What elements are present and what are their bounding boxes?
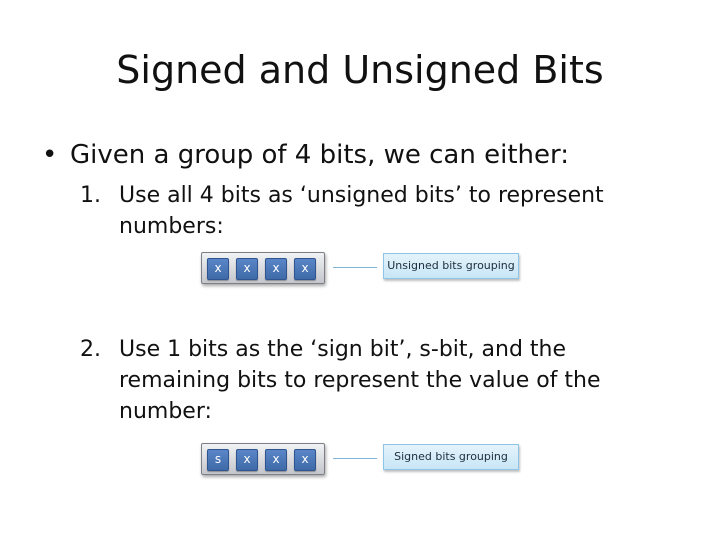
list-item-line: numbers: — [119, 214, 224, 239]
main-bullet-text: Given a group of 4 bits, we can either: — [70, 140, 569, 170]
list-item-text: Use 1 bits as the ‘sign bit’, s-bit, and… — [119, 334, 601, 427]
list-item-line: remaining bits to represent the value of… — [119, 368, 601, 393]
sign-bit-box: s — [207, 449, 229, 471]
main-bullet: • Given a group of 4 bits, we can either: — [42, 138, 569, 172]
list-item-line: Use all 4 bits as ‘unsigned bits’ to rep… — [119, 183, 604, 208]
callout-connector — [333, 458, 377, 459]
unsigned-callout: Unsigned bits grouping — [383, 253, 519, 279]
bit-box: x — [265, 258, 287, 280]
list-item-line: number: — [119, 399, 212, 424]
list-item-number: 2. — [80, 337, 101, 362]
list-item-line: Use 1 bits as the ‘sign bit’, s-bit, and… — [119, 337, 567, 362]
signed-callout: Signed bits grouping — [383, 444, 519, 470]
bit-box: x — [236, 258, 258, 280]
bit-box: x — [207, 258, 229, 280]
unsigned-bit-group: x x x x — [201, 252, 325, 284]
bullet-dot-icon: • — [42, 140, 58, 170]
signed-bit-group: s x x x — [201, 443, 325, 475]
list-item-text: Use all 4 bits as ‘unsigned bits’ to rep… — [119, 180, 604, 242]
bit-box: x — [265, 449, 287, 471]
bit-box: x — [294, 449, 316, 471]
bit-box: x — [236, 449, 258, 471]
slide-title: Signed and Unsigned Bits — [116, 48, 604, 92]
bit-box: x — [294, 258, 316, 280]
callout-connector — [333, 267, 377, 268]
list-item-number: 1. — [80, 183, 101, 208]
